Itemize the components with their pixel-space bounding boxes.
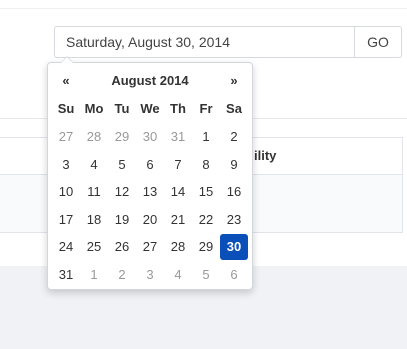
day-cell[interactable]: 5 xyxy=(192,262,220,288)
day-cell[interactable]: 28 xyxy=(80,124,108,150)
calendar-week-row: 24 25 26 27 28 29 30 xyxy=(52,233,248,261)
month-title-switch[interactable]: August 2014 xyxy=(80,67,220,95)
next-month-button[interactable]: » xyxy=(220,67,248,95)
day-cell[interactable]: 16 xyxy=(220,179,248,205)
day-cell[interactable]: 31 xyxy=(52,262,80,288)
day-of-week-label: Tu xyxy=(114,101,130,116)
calendar-grid: 27 28 29 30 31 1 2 3 4 5 6 7 8 9 10 11 12 13 14 15 16 17 18 19 2… xyxy=(52,123,248,288)
day-cell[interactable]: 4 xyxy=(164,262,192,288)
day-cell[interactable]: 1 xyxy=(80,262,108,288)
day-cell[interactable]: 10 xyxy=(52,179,80,205)
day-cell[interactable]: 15 xyxy=(192,179,220,205)
day-cell[interactable]: 1 xyxy=(192,124,220,150)
day-cell[interactable]: 6 xyxy=(220,262,248,288)
day-cell[interactable]: 9 xyxy=(220,152,248,178)
datepicker-dropdown: « August 2014 » Su Mo Tu We Th Fr Sa 27 28 29 30 3… xyxy=(47,56,253,290)
date-input[interactable] xyxy=(54,26,354,58)
day-of-week-label: Mo xyxy=(84,101,104,116)
day-cell[interactable]: 4 xyxy=(80,152,108,178)
day-cell[interactable]: 5 xyxy=(108,152,136,178)
day-cell[interactable]: 27 xyxy=(136,234,164,260)
prev-month-button[interactable]: « xyxy=(52,67,80,95)
day-cell[interactable]: 12 xyxy=(108,179,136,205)
calendar-week-row: 17 18 19 20 21 22 23 xyxy=(52,206,248,234)
day-cell[interactable]: 14 xyxy=(164,179,192,205)
day-cell[interactable]: 3 xyxy=(136,262,164,288)
day-cell[interactable]: 7 xyxy=(164,152,192,178)
day-cell[interactable]: 25 xyxy=(80,234,108,260)
day-cell[interactable]: 30 xyxy=(136,124,164,150)
calendar-week-row: 10 11 12 13 14 15 16 xyxy=(52,178,248,206)
day-cell[interactable]: 23 xyxy=(220,207,248,233)
day-of-week-label: Th xyxy=(170,101,186,116)
calendar-week-row: 3456789 xyxy=(52,151,248,179)
day-cell[interactable]: 17 xyxy=(52,207,80,233)
datepicker-caret-fill xyxy=(61,57,73,63)
day-cell[interactable]: 19 xyxy=(108,207,136,233)
day-cell[interactable]: 11 xyxy=(80,179,108,205)
day-cell[interactable]: 29 xyxy=(108,124,136,150)
day-cell[interactable]: 18 xyxy=(80,207,108,233)
day-cell[interactable]: 3 xyxy=(52,152,80,178)
day-cell[interactable]: 6 xyxy=(136,152,164,178)
day-of-week-label: Su xyxy=(57,101,75,116)
go-button[interactable]: GO xyxy=(354,26,402,58)
day-cell[interactable]: 2 xyxy=(108,262,136,288)
day-of-week-label: We xyxy=(140,101,160,116)
day-of-week-label: Fr xyxy=(199,101,213,116)
day-cell[interactable]: 2 xyxy=(220,124,248,150)
day-cell[interactable]: 21 xyxy=(164,207,192,233)
day-cell[interactable]: 24 xyxy=(52,234,80,260)
top-divider xyxy=(0,8,407,9)
day-cell[interactable]: 28 xyxy=(164,234,192,260)
calendar-week-row: 27 28 29 30 31 1 2 xyxy=(52,123,248,151)
days-of-week-row: Su Mo Tu We Th Fr Sa xyxy=(52,95,248,123)
calendar-week-row: 31 1 2 3 4 5 6 xyxy=(52,261,248,289)
selected-day-cell[interactable]: 30 xyxy=(220,234,248,260)
day-cell[interactable]: 8 xyxy=(192,152,220,178)
day-cell[interactable]: 20 xyxy=(136,207,164,233)
day-of-week-label: Sa xyxy=(226,101,242,116)
day-cell[interactable]: 22 xyxy=(192,207,220,233)
day-cell[interactable]: 27 xyxy=(52,124,80,150)
day-cell[interactable]: 31 xyxy=(164,124,192,150)
datepicker-header: « August 2014 » xyxy=(52,67,248,95)
table-header-label: ility xyxy=(254,148,277,163)
day-cell[interactable]: 29 xyxy=(192,234,220,260)
day-cell[interactable]: 26 xyxy=(108,234,136,260)
day-cell[interactable]: 13 xyxy=(136,179,164,205)
